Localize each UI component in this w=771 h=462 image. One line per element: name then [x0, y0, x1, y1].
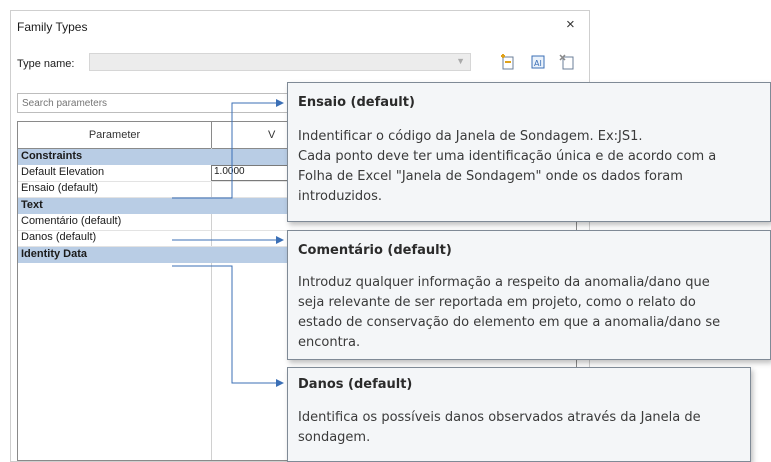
group-label: Constraints [21, 150, 83, 162]
callout-body: Indentificar o código da Janela de Sonda… [298, 127, 768, 207]
param-label: Ensaio (default) [21, 182, 99, 194]
column-header-parameter[interactable]: Parameter [18, 122, 212, 148]
type-name-dropdown[interactable]: ▼ [89, 53, 471, 71]
callout-title: Comentário (default) [298, 243, 452, 258]
callout-line: Identifica os possíveis danos observados… [298, 410, 701, 425]
callout-body: Identifica os possíveis danos observados… [298, 408, 748, 448]
callout-line: Indentificar o código da Janela de Sonda… [298, 129, 643, 144]
callout-line: estado de conservação do elemento em que… [298, 315, 721, 330]
search-parameters-input[interactable] [17, 93, 289, 113]
chevron-down-icon: ▼ [456, 56, 465, 66]
callout-line: Introduz qualquer informação a respeito … [298, 275, 710, 290]
type-name-label: Type name: [17, 58, 75, 70]
column-header-value[interactable]: V [268, 122, 275, 148]
dialog-title: Family Types [17, 20, 88, 34]
group-label: Identity Data [21, 248, 88, 260]
close-icon[interactable]: × [566, 16, 575, 33]
rename-type-icon[interactable]: AI [529, 53, 547, 71]
param-label: Default Elevation [21, 166, 105, 178]
group-label: Text [21, 199, 43, 211]
callout-line: introduzidos. [298, 189, 382, 204]
callout-line: sondagem. [298, 430, 371, 445]
callout-comentario: Comentário (default) Introduz qualquer i… [287, 230, 771, 360]
callout-ensaio: Ensaio (default) Indentificar o código d… [287, 82, 771, 222]
callout-line: encontra. [298, 335, 361, 350]
param-label: Comentário (default) [21, 215, 122, 227]
delete-type-icon[interactable] [558, 53, 576, 71]
param-label: Danos (default) [21, 231, 97, 243]
svg-text:AI: AI [534, 59, 542, 68]
callout-line: Folha de Excel "Janela de Sondagem" onde… [298, 169, 683, 184]
callout-title: Danos (default) [298, 377, 413, 392]
callout-line: seja relevante de ser reportada em proje… [298, 295, 696, 310]
callout-title: Ensaio (default) [298, 95, 415, 110]
callout-body: Introduz qualquer informação a respeito … [298, 273, 768, 353]
callout-line: Cada ponto deve ter uma identificação ún… [298, 149, 717, 164]
new-type-icon[interactable] [499, 53, 517, 71]
callout-danos: Danos (default) Identifica os possíveis … [287, 367, 751, 462]
